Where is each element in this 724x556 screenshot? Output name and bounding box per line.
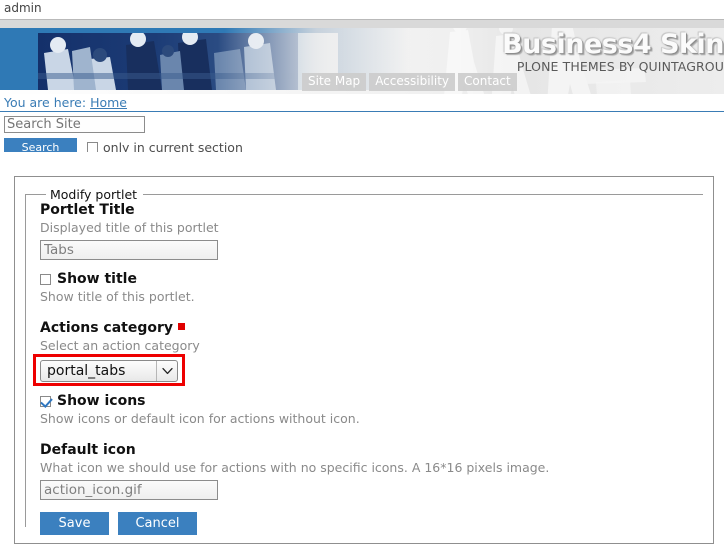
logo-subtitle: PLONE THEMES BY QUINTAGROU	[516, 59, 724, 74]
required-marker-icon	[178, 323, 186, 330]
field-portlet-title: Portlet Title Displayed title of this po…	[40, 202, 703, 260]
personal-bar: admin	[0, 0, 724, 19]
field-default-icon: Default icon What icon we should use for…	[40, 442, 703, 500]
show-title-help: Show title of this portlet.	[40, 289, 195, 304]
site-logo[interactable]: Business4 Skin PLONE THEMES BY QUINTAGRO…	[424, 29, 724, 75]
field-show-title[interactable]: Show title	[40, 271, 703, 287]
default-icon-input[interactable]	[40, 480, 218, 500]
actions-category-select[interactable]: portal_tabs	[40, 360, 178, 382]
field-show-icons[interactable]: Show icons	[40, 393, 703, 409]
form-button-row: Save Cancel	[40, 512, 703, 535]
search-input[interactable]	[4, 116, 145, 133]
default-icon-help: What icon we should use for actions with…	[40, 460, 550, 475]
show-title-checkbox[interactable]	[40, 273, 51, 285]
show-icons-help: Show icons or default icon for actions w…	[40, 411, 360, 426]
actions-category-label-text: Actions category	[40, 320, 174, 336]
logo-title: Business4 Skin	[502, 29, 724, 60]
actions-category-label: Actions category	[40, 320, 703, 337]
show-icons-checkbox[interactable]	[40, 395, 51, 407]
default-icon-label: Default icon	[40, 442, 136, 458]
portlet-title-input[interactable]	[40, 240, 218, 260]
breadcrumb: You are here: Home	[0, 94, 724, 111]
banner-photo-fade	[38, 33, 338, 90]
breadcrumb-item-home[interactable]: Home	[90, 95, 127, 110]
save-button[interactable]: Save	[40, 512, 109, 535]
chevron-down-icon	[156, 361, 177, 381]
portlet-title-help: Displayed title of this portlet	[40, 220, 219, 235]
portlet-edit-panel: Modify portlet Portlet Title Displayed t…	[14, 176, 714, 544]
fieldset-legend: Modify portlet	[50, 187, 138, 202]
main-content: Modify portlet Portlet Title Displayed t…	[0, 152, 724, 556]
modify-portlet-fieldset: Modify portlet Portlet Title Displayed t…	[25, 187, 703, 535]
breadcrumb-prefix: You are here:	[4, 95, 87, 110]
field-actions-category: Actions category Select an action catego…	[33, 320, 703, 386]
site-action-contact[interactable]: Contact	[458, 73, 517, 91]
show-title-label: Show title	[57, 271, 137, 287]
chevron-down-glyph	[161, 367, 173, 375]
actions-category-select-wrap: portal_tabs	[33, 354, 185, 386]
show-icons-label: Show icons	[57, 393, 146, 409]
actions-category-help: Select an action category	[40, 338, 200, 353]
cancel-button[interactable]: Cancel	[118, 512, 197, 535]
portlet-title-label: Portlet Title	[40, 202, 135, 218]
search-area: Search only in current section	[0, 112, 724, 157]
header-strip	[0, 19, 724, 28]
actions-category-value: portal_tabs	[47, 363, 126, 379]
site-action-sitemap[interactable]: Site Map	[302, 73, 367, 91]
site-action-accessibility[interactable]: Accessibility	[369, 73, 456, 91]
site-actions: Site Map Accessibility Contact	[302, 73, 517, 91]
personal-bar-username[interactable]: admin	[4, 1, 42, 15]
